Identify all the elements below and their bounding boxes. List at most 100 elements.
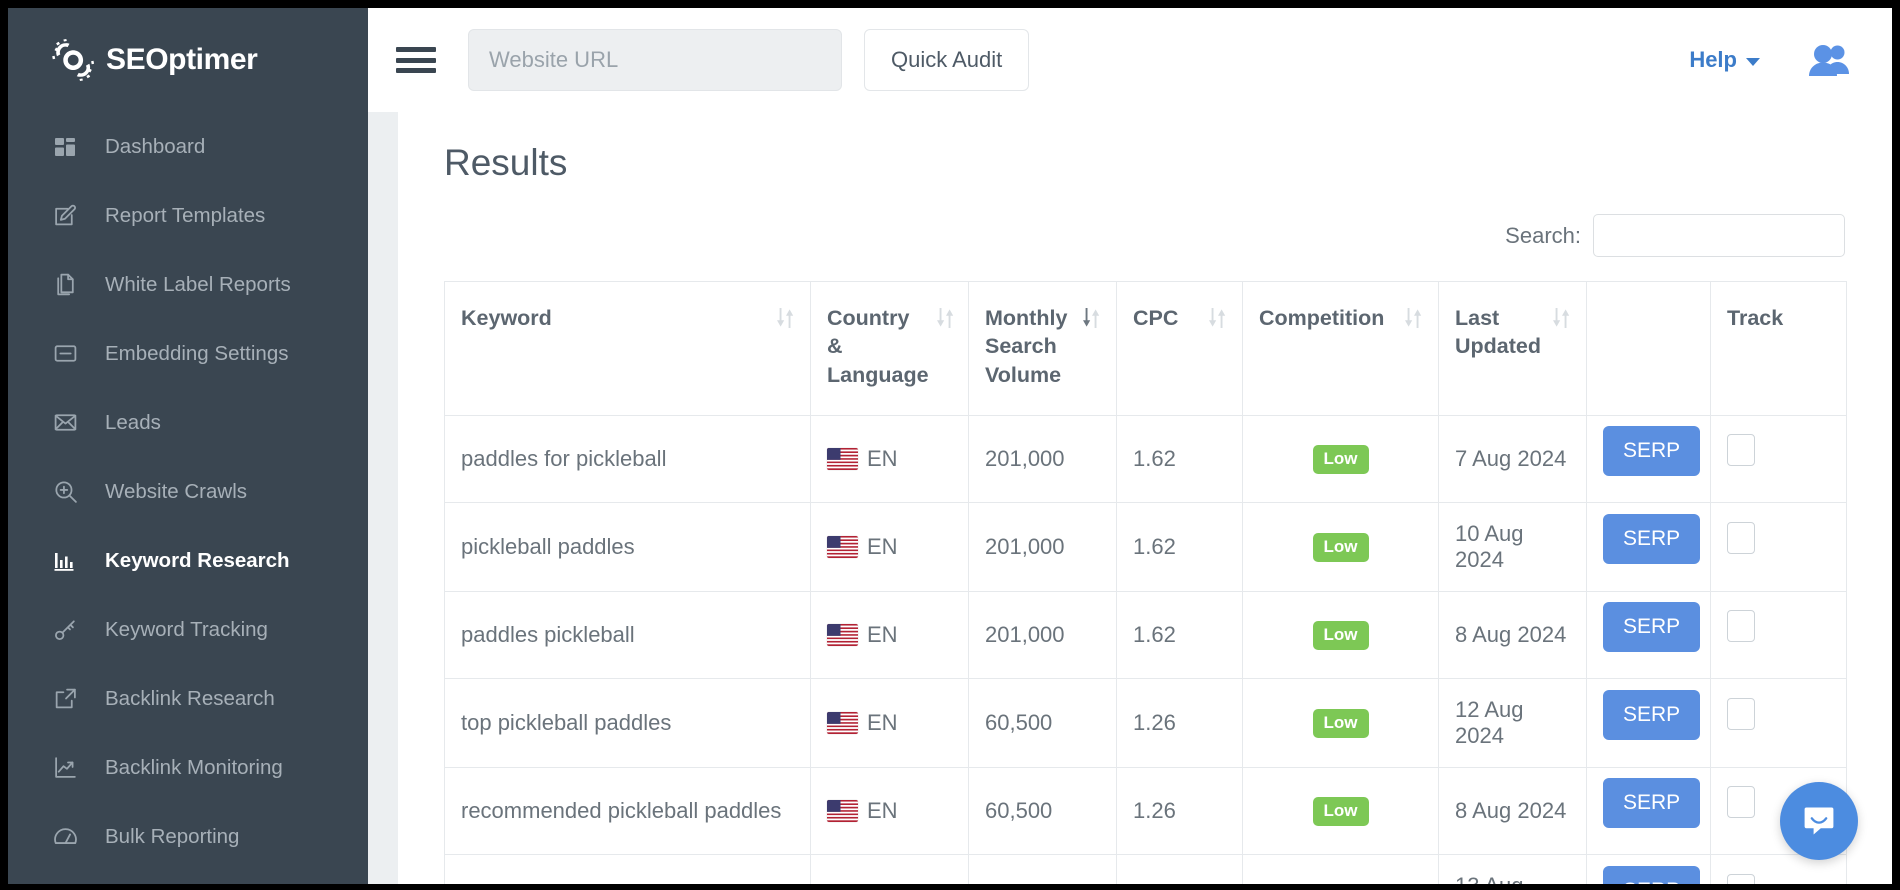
cell-competition: Low [1243,592,1439,679]
cell-country-language: EN [811,855,969,884]
cell-country-language: EN [811,416,969,503]
cpc-value: 1.62 [1133,534,1176,559]
volume-value: 201,000 [985,534,1065,559]
column-header-competition[interactable]: Competition [1243,282,1439,416]
brand-name: SEOptimer [106,43,257,77]
pencil-square-icon [52,203,78,229]
last-updated-text: 10 Aug 2024 [1455,521,1524,572]
table-body: paddles for pickleballEN201,0001.62Low7 … [445,416,1847,884]
help-dropdown[interactable]: Help [1689,47,1760,73]
intercom-chat-button[interactable] [1780,782,1858,860]
cell-country-language: EN [811,679,969,768]
chevron-down-icon [1746,58,1760,66]
search-plus-icon [52,479,78,505]
sidebar-item-backlink-research[interactable]: Backlink Research [8,664,368,733]
track-checkbox[interactable] [1727,874,1755,884]
us-flag-icon [827,624,858,646]
track-checkbox[interactable] [1727,698,1755,730]
last-updated-text: 8 Aug 2024 [1455,622,1566,647]
hamburger-bar [396,58,436,63]
track-checkbox[interactable] [1727,610,1755,642]
cell-serp: SERP [1587,855,1711,884]
sidebar-item-website-crawls[interactable]: Website Crawls [8,457,368,526]
cell-keyword: recommended pickleball paddles [445,768,811,855]
column-header-cpc[interactable]: CPC [1117,282,1243,416]
column-header-keyword[interactable]: Keyword [445,282,811,416]
sidebar-item-label: Backlink Research [105,687,275,711]
serp-button[interactable]: SERP [1603,514,1700,564]
column-header-monthly-search-volume[interactable]: Monthly Search Volume [969,282,1117,416]
search-input[interactable] [1593,214,1845,257]
sort-toggle-icon [937,307,954,329]
website-url-input[interactable] [468,29,842,91]
track-checkbox[interactable] [1727,786,1755,818]
cell-track [1711,679,1847,768]
serp-button[interactable]: SERP [1603,778,1700,828]
serp-button[interactable]: SERP [1603,426,1700,476]
column-header-actions [1587,282,1711,416]
serp-button[interactable]: SERP [1603,690,1700,740]
table-row: top pickleball paddlesEN60,5001.26Low12 … [445,679,1847,768]
serp-button[interactable]: SERP [1603,602,1700,652]
users-icon[interactable] [1808,43,1852,77]
sidebar-item-keyword-research[interactable]: Keyword Research [8,526,368,595]
competition-badge: Low [1313,797,1369,826]
cell-serp: SERP [1587,768,1711,855]
track-checkbox[interactable] [1727,434,1755,466]
sidebar-item-label: Leads [105,411,161,435]
envelope-icon [52,410,78,436]
sort-toggle-icon [777,307,794,329]
gears-logo-icon [52,39,94,81]
column-header-last-updated[interactable]: Last Updated [1439,282,1587,416]
table-search-row: Search: [444,214,1846,257]
hamburger-bar [396,47,436,52]
sidebar-item-leads[interactable]: Leads [8,388,368,457]
cell-last-updated: 8 Aug 2024 [1439,592,1587,679]
cell-serp: SERP [1587,679,1711,768]
sidebar-item-embedding-settings[interactable]: Embedding Settings [8,319,368,388]
cell-keyword: pickleball paddles [445,503,811,592]
hamburger-menu-icon[interactable] [396,43,436,77]
us-flag-icon [827,536,858,558]
sidebar-item-label: Backlink Monitoring [105,756,283,780]
cell-keyword: best pickleball paddles [445,855,811,884]
cell-country-language: EN [811,768,969,855]
cell-monthly-search-volume: 201,000 [969,592,1117,679]
sidebar-item-dashboard[interactable]: Dashboard [8,112,368,181]
column-header-label: Country & Language [827,304,929,389]
sidebar-item-keyword-tracking[interactable]: Keyword Tracking [8,595,368,664]
language-code: EN [867,710,898,736]
column-header-country-language[interactable]: Country & Language [811,282,969,416]
sidebar-item-white-label-reports[interactable]: White Label Reports [8,250,368,319]
serp-button[interactable]: SERP [1603,866,1700,884]
language-code: EN [867,446,898,472]
competition-badge: Low [1313,445,1369,474]
track-checkbox[interactable] [1727,522,1755,554]
volume-value: 201,000 [985,446,1065,471]
us-flag-icon [827,712,858,734]
last-updated-text: 7 Aug 2024 [1455,446,1566,471]
cell-monthly-search-volume: 201,000 [969,416,1117,503]
column-header-label: CPC [1133,304,1178,332]
brand-logo[interactable]: SEOptimer [8,8,368,112]
column-header-track: Track [1711,282,1847,416]
sidebar-item-bulk-reporting[interactable]: Bulk Reporting [8,802,368,871]
quick-audit-button[interactable]: Quick Audit [864,29,1029,91]
sidebar-item-report-templates[interactable]: Report Templates [8,181,368,250]
trend-up-chart-icon [52,755,78,781]
cell-country-language: EN [811,503,969,592]
cell-competition: Low [1243,855,1439,884]
last-updated-text: 13 Aug 2024 [1455,873,1524,884]
keyword-text: recommended pickleball paddles [461,798,781,823]
volume-value: 201,000 [985,622,1065,647]
cell-last-updated: 7 Aug 2024 [1439,416,1587,503]
cell-cpc: 1.26 [1117,855,1243,884]
help-label: Help [1689,47,1737,73]
column-header-label: Keyword [461,304,552,332]
sort-toggle-icon [1209,307,1226,329]
cell-cpc: 1.62 [1117,416,1243,503]
bar-chart-icon [52,548,78,574]
column-header-label: Monthly Search Volume [985,304,1075,389]
last-updated-text: 8 Aug 2024 [1455,798,1566,823]
sidebar-item-backlink-monitoring[interactable]: Backlink Monitoring [8,733,368,802]
